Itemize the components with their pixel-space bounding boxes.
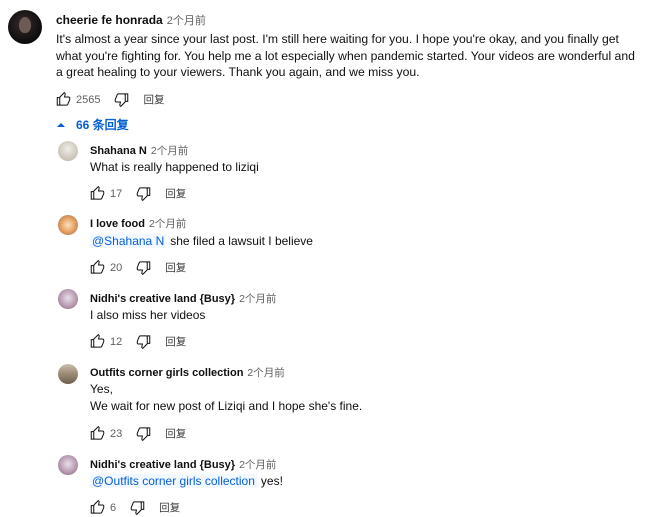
like-count: 20 bbox=[110, 261, 123, 274]
like-count: 12 bbox=[110, 335, 123, 348]
thumb-up-icon bbox=[56, 92, 71, 106]
like-button[interactable]: 12 bbox=[90, 334, 122, 349]
avatar[interactable] bbox=[8, 10, 42, 44]
reply-header: Nidhi's creative land {Busy} 2个月前 bbox=[90, 457, 276, 472]
reply-time[interactable]: 2个月前 bbox=[247, 367, 284, 379]
reply-header: Outfits corner girls collection 2个月前 bbox=[90, 365, 285, 380]
thumb-down-icon bbox=[130, 501, 145, 515]
reply-actions: 23 回复 bbox=[90, 426, 186, 441]
reply-time[interactable]: 2个月前 bbox=[239, 459, 276, 471]
thumb-down-icon bbox=[115, 93, 129, 107]
reply-actions: 6 回复 bbox=[90, 500, 180, 515]
like-button[interactable]: 17 bbox=[90, 186, 122, 201]
reply-text: What is really happened to liziqi bbox=[90, 160, 259, 174]
comment-text: It's almost a year since your last post.… bbox=[56, 32, 635, 79]
like-count: 23 bbox=[110, 427, 123, 440]
comment-author[interactable]: cheerie fe honrada bbox=[56, 13, 163, 27]
like-count: 17 bbox=[110, 187, 123, 200]
reply-button[interactable]: 回复 bbox=[159, 500, 180, 515]
mention-link[interactable]: @Shahana N bbox=[90, 234, 167, 248]
thumb-up-icon bbox=[90, 500, 105, 514]
like-count: 6 bbox=[110, 501, 117, 514]
thumb-down-icon bbox=[137, 261, 151, 275]
caret-up-icon bbox=[57, 122, 65, 127]
thumb-down-icon bbox=[137, 335, 151, 349]
reply-time[interactable]: 2个月前 bbox=[151, 145, 188, 157]
reply-author[interactable]: Nidhi's creative land {Busy} bbox=[90, 293, 235, 305]
avatar[interactable] bbox=[58, 141, 78, 161]
like-button[interactable]: 6 bbox=[90, 500, 116, 515]
dislike-button[interactable] bbox=[136, 426, 151, 441]
like-button[interactable]: 20 bbox=[90, 260, 122, 275]
reply-button[interactable]: 回复 bbox=[143, 92, 164, 107]
reply-text-line: Yes, bbox=[90, 382, 113, 396]
reply-body: yes! bbox=[260, 474, 283, 488]
thumb-up-icon bbox=[90, 186, 105, 200]
reply-button[interactable]: 回复 bbox=[165, 186, 186, 201]
reply-header: I love food 2个月前 bbox=[90, 216, 186, 231]
thumb-up-icon bbox=[90, 260, 105, 274]
reply-time[interactable]: 2个月前 bbox=[149, 218, 186, 230]
thumb-up-icon bbox=[90, 334, 105, 348]
reply-author[interactable]: Shahana N bbox=[90, 145, 147, 157]
reply-actions: 17 回复 bbox=[90, 186, 186, 201]
thumb-down-icon bbox=[137, 427, 151, 441]
reply-time[interactable]: 2个月前 bbox=[239, 293, 276, 305]
replies-count-label: 66 条回复 bbox=[76, 118, 129, 132]
avatar[interactable] bbox=[58, 289, 78, 309]
like-count: 2565 bbox=[76, 93, 101, 106]
reply-button[interactable]: 回复 bbox=[165, 334, 186, 349]
avatar[interactable] bbox=[58, 215, 78, 235]
reply-text: @Shahana Nshe filed a lawsuit I believe bbox=[90, 233, 313, 250]
comment-time[interactable]: 2个月前 bbox=[167, 15, 206, 27]
dislike-button[interactable] bbox=[136, 186, 151, 201]
comment-actions: 2565 回复 bbox=[56, 92, 164, 107]
dislike-button[interactable] bbox=[136, 334, 151, 349]
thumb-down-icon bbox=[137, 187, 151, 201]
reply-header: Shahana N 2个月前 bbox=[90, 143, 188, 158]
reply-actions: 20 回复 bbox=[90, 260, 186, 275]
dislike-button[interactable] bbox=[136, 260, 151, 275]
reply-text-line: We wait for new post of Liziqi and I hop… bbox=[90, 399, 363, 413]
avatar[interactable] bbox=[58, 455, 78, 475]
comment-header: cheerie fe honrada 2个月前 bbox=[56, 12, 206, 28]
reply-body: she filed a lawsuit I believe bbox=[170, 234, 313, 248]
hide-replies-button[interactable]: 66 条回复 bbox=[56, 116, 129, 133]
comment-thread: cheerie fe honrada 2个月前 It's almost a yea… bbox=[0, 0, 650, 517]
reply-text: @Outfits corner girls collection yes! bbox=[90, 473, 283, 490]
reply-author[interactable]: I love food bbox=[90, 218, 145, 230]
reply-text: I also miss her videos bbox=[90, 308, 206, 322]
like-button[interactable]: 2565 bbox=[56, 92, 100, 107]
like-button[interactable]: 23 bbox=[90, 426, 122, 441]
reply-header: Nidhi's creative land {Busy} 2个月前 bbox=[90, 291, 276, 306]
dislike-button[interactable] bbox=[130, 500, 145, 515]
avatar[interactable] bbox=[58, 364, 78, 384]
reply-actions: 12 回复 bbox=[90, 334, 186, 349]
thumb-up-icon bbox=[90, 426, 105, 440]
mention-link[interactable]: @Outfits corner girls collection bbox=[90, 474, 257, 488]
reply-button[interactable]: 回复 bbox=[165, 260, 186, 275]
reply-button[interactable]: 回复 bbox=[165, 426, 186, 441]
reply-author[interactable]: Outfits corner girls collection bbox=[90, 367, 243, 379]
dislike-button[interactable] bbox=[114, 92, 129, 107]
reply-text: Yes, We wait for new post of Liziqi and … bbox=[90, 381, 362, 415]
reply-author[interactable]: Nidhi's creative land {Busy} bbox=[90, 459, 235, 471]
